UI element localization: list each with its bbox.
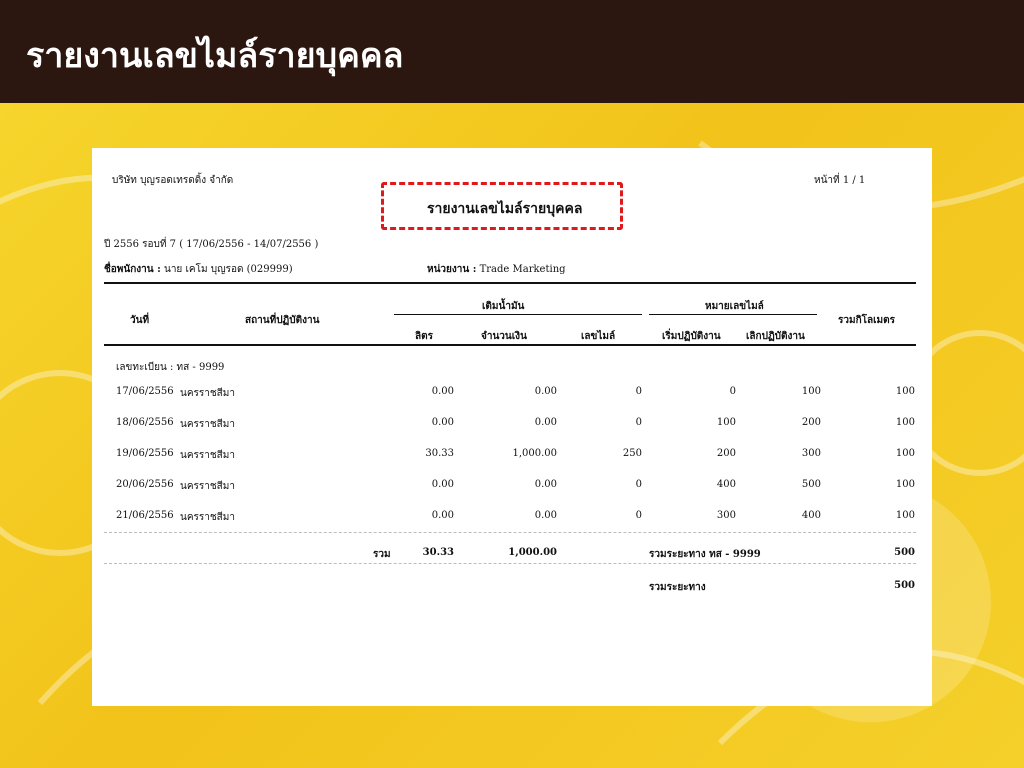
- plate-label: เลขทะเบียน : ทส - 9999: [116, 362, 225, 373]
- header-date: วันที่: [130, 315, 150, 326]
- company-name: บริษัท บุญรอดเทรดดิ้ง จำกัด: [112, 175, 234, 186]
- sum-liters: 30.33: [422, 547, 454, 558]
- header-mile-group: หมายเลขไมล์: [705, 301, 764, 312]
- row-total: 100: [895, 510, 915, 521]
- row-mileage: 0: [635, 386, 642, 397]
- row-end: 200: [801, 417, 821, 428]
- header-total-km: รวมกิโลเมตร: [838, 315, 896, 326]
- row-liters: 0.00: [431, 417, 454, 428]
- grand-total-label: รวมระยะทาง: [649, 582, 706, 593]
- employee-label: ชื่อพนักงาน :: [104, 264, 161, 275]
- row-liters: 30.33: [425, 448, 454, 459]
- row-total: 100: [895, 448, 915, 459]
- row-total: 100: [895, 479, 915, 490]
- row-amount: 0.00: [534, 479, 557, 490]
- summary-bottom-rule: [104, 563, 916, 564]
- plate-total-label: รวมระยะทาง ทส - 9999: [649, 549, 761, 560]
- header-fuel-group: เติมน้ำมัน: [482, 301, 525, 312]
- row-total: 100: [895, 417, 915, 428]
- row-start: 300: [716, 510, 736, 521]
- row-mileage: 250: [622, 448, 642, 459]
- row-date: 18/06/2556: [116, 417, 174, 428]
- header-amount: จำนวนเงิน: [481, 331, 527, 342]
- row-mileage: 0: [635, 417, 642, 428]
- header-liters: ลิตร: [415, 331, 433, 342]
- row-end: 400: [801, 510, 821, 521]
- row-date: 20/06/2556: [116, 479, 174, 490]
- row-amount: 0.00: [534, 417, 557, 428]
- department-value: Trade Marketing: [479, 264, 566, 275]
- row-date: 17/06/2556: [116, 386, 174, 397]
- row-location: นครราชสีมา: [180, 419, 235, 430]
- row-location: นครราชสีมา: [180, 388, 235, 399]
- header-start: เริ่มปฏิบัติงาน: [662, 331, 721, 342]
- plate-total-value: 500: [894, 547, 915, 558]
- row-total: 100: [895, 386, 915, 397]
- row-date: 19/06/2556: [116, 448, 174, 459]
- report-sheet: บริษัท บุญรอดเทรดดิ้ง จำกัด หน้าที่ 1 / …: [92, 148, 932, 706]
- report-period: ปี 2556 รอบที่ 7 ( 17/06/2556 - 14/07/25…: [104, 239, 319, 250]
- department-line: หน่วยงาน : Trade Marketing: [427, 262, 566, 277]
- employee-line: ชื่อพนักงาน : นาย เคโม บุญรอด (029999): [104, 262, 293, 277]
- page-number: หน้าที่ 1 / 1: [814, 175, 866, 186]
- header-mileage: เลขไมล์: [581, 331, 616, 342]
- row-start: 200: [716, 448, 736, 459]
- header-bottom-rule: [104, 344, 916, 346]
- sum-amount: 1,000.00: [508, 547, 557, 558]
- report-title: รายงานเลขไมล์รายบุคคล: [427, 201, 583, 217]
- row-location: นครราชสีมา: [180, 481, 235, 492]
- employee-value: นาย เคโม บุญรอด (029999): [163, 264, 293, 275]
- row-start: 0: [729, 386, 736, 397]
- row-amount: 0.00: [534, 386, 557, 397]
- fuel-group-rule: [394, 314, 642, 315]
- row-amount: 1,000.00: [512, 448, 557, 459]
- row-start: 400: [716, 479, 736, 490]
- slide-title-bar: รายงานเลขไมล์รายบุคคล: [0, 0, 1024, 103]
- summary-top-rule: [104, 532, 916, 533]
- row-amount: 0.00: [534, 510, 557, 521]
- row-liters: 0.00: [431, 479, 454, 490]
- row-end: 500: [801, 479, 821, 490]
- header-end: เลิกปฏิบัติงาน: [746, 331, 805, 342]
- row-end: 300: [801, 448, 821, 459]
- grand-total-value: 500: [894, 580, 915, 591]
- row-mileage: 0: [635, 510, 642, 521]
- row-location: นครราชสีมา: [180, 512, 235, 523]
- row-mileage: 0: [635, 479, 642, 490]
- department-label: หน่วยงาน :: [427, 264, 477, 275]
- sum-label: รวม: [373, 549, 391, 560]
- header-location: สถานที่ปฏิบัติงาน: [245, 315, 320, 326]
- mile-group-rule: [649, 314, 817, 315]
- row-date: 21/06/2556: [116, 510, 174, 521]
- row-start: 100: [716, 417, 736, 428]
- row-liters: 0.00: [431, 510, 454, 521]
- row-liters: 0.00: [431, 386, 454, 397]
- row-location: นครราชสีมา: [180, 450, 235, 461]
- header-top-rule: [104, 282, 916, 284]
- slide-title: รายงานเลขไมล์รายบุคคล: [26, 36, 404, 76]
- row-end: 100: [801, 386, 821, 397]
